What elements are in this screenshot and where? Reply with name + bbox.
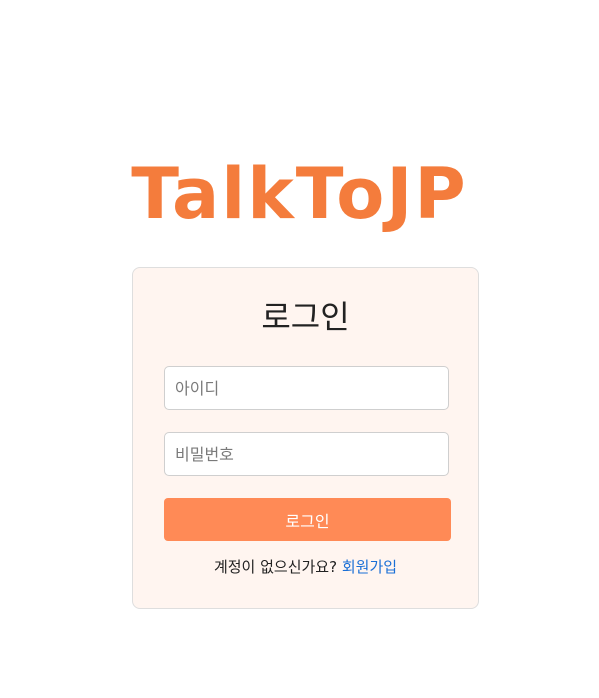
login-title: 로그인	[261, 298, 350, 336]
app-logo: TalkToJP	[131, 153, 468, 235]
login-card: 로그인 로그인 계정이 없으신가요? 회원가입	[132, 267, 479, 609]
login-page: TalkToJP 로그인 로그인 계정이 없으신가요? 회원가입	[0, 0, 599, 698]
username-input[interactable]	[164, 366, 449, 410]
login-button[interactable]: 로그인	[164, 498, 451, 541]
signup-prompt: 계정이 없으신가요? 회원가입	[133, 556, 478, 578]
password-input[interactable]	[164, 432, 449, 476]
no-account-text: 계정이 없으신가요?	[213, 558, 338, 576]
signup-link[interactable]: 회원가입	[342, 558, 397, 576]
